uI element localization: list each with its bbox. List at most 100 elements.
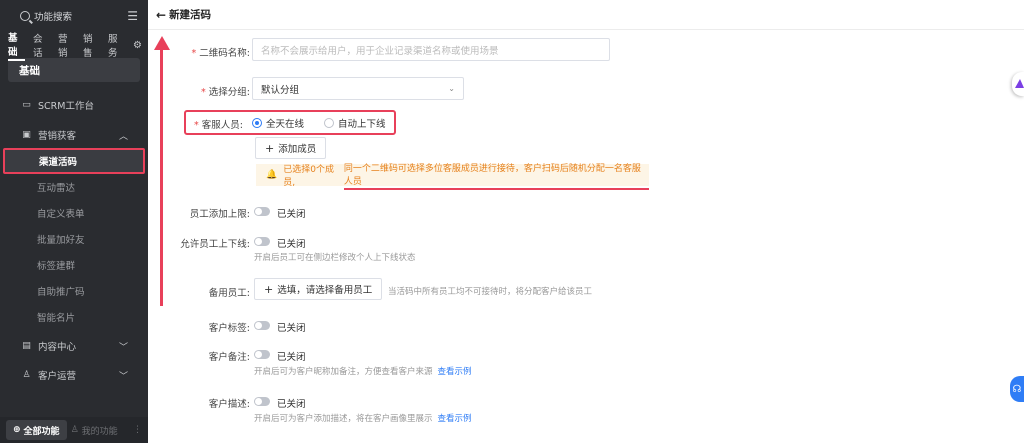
tab-basic[interactable]: 基础: [8, 30, 25, 61]
desc-help: 开启后可为客户添加描述，将在客户画像里展示 查看示例: [254, 412, 472, 424]
sidebar: 功能搜索 ☰ 基础 会话 营销 销售 服务 ⚙ 基础 ▭ SCRM工作台 ▣ 营…: [0, 0, 148, 443]
sidebar-subitem-batch-add[interactable]: 批量加好友: [0, 226, 148, 252]
backup-staff-button[interactable]: + 选填，请选择备用员工: [254, 278, 383, 300]
radio-unchecked-icon: [324, 118, 335, 128]
remark-example-link[interactable]: 查看示例: [438, 367, 472, 377]
float-tab-service[interactable]: ☊: [1010, 376, 1024, 402]
desc-label: 客户描述:: [208, 399, 250, 410]
tab-marketing[interactable]: 营销: [58, 31, 75, 59]
section-title: 基础: [8, 58, 140, 82]
add-limit-label: 员工添加上限:: [189, 209, 250, 220]
staff-radio-group: 全天在线 自动上下线: [252, 116, 386, 130]
settings-icon[interactable]: ⚙: [133, 40, 142, 51]
add-member-button[interactable]: + 添加成员: [255, 137, 327, 159]
radio-all-day-label: 全天在线: [266, 119, 305, 130]
warning-text: 同一个二维码可选择多位客服成员进行接待，客户扫码后随机分配一名客服人员: [343, 161, 649, 190]
chevron-down-icon: ﹀: [118, 371, 128, 382]
chevron-up-icon: ︿: [118, 131, 128, 142]
triangle-icon: [1015, 79, 1024, 88]
tab-service[interactable]: 服务: [108, 31, 125, 59]
page-header: ← 新建活码: [148, 0, 1024, 30]
add-member-label: 添加成员: [278, 144, 317, 155]
content-icon: ▤: [22, 341, 31, 351]
sidebar-tabs: 基础 会话 营销 销售 服务 ⚙: [0, 32, 148, 61]
radio-checked-icon: [252, 118, 262, 128]
desc-toggle[interactable]: [254, 397, 270, 406]
sidebar-item-label: 内容中心: [38, 342, 77, 353]
staff-label: * 客服人员:: [194, 120, 243, 131]
sidebar-subitem-channel-code[interactable]: 渠道活码: [3, 148, 145, 174]
sidebar-item-marketing[interactable]: ▣ 营销获客 ︿: [0, 122, 148, 148]
plus-icon: +: [264, 282, 274, 296]
main-content: ← 新建活码 * 二维码名称: 名称不会展示给用户，用于企业记录渠道名称或使用场景…: [148, 0, 1024, 443]
add-limit-state: 已关闭: [277, 209, 306, 220]
radio-all-day[interactable]: 全天在线: [252, 116, 304, 130]
plus-icon: +: [265, 141, 275, 155]
radio-auto-online-label: 自动上下线: [338, 119, 386, 130]
float-tab-top[interactable]: [1012, 72, 1024, 96]
sidebar-item-customer-ops[interactable]: ♙ 客户运营 ﹀: [0, 362, 148, 388]
group-select[interactable]: 默认分组 ⌄: [252, 77, 464, 100]
remark-help-text: 开启后可为客户昵称加备注，方便查看客户来源: [254, 367, 433, 377]
desc-state: 已关闭: [277, 399, 306, 410]
add-limit-toggle[interactable]: [254, 207, 270, 216]
selection-warning: 🔔 已选择0个成员, 同一个二维码可选择多位客服成员进行接待，客户扫码后随机分配…: [256, 164, 649, 190]
remark-toggle[interactable]: [254, 350, 270, 359]
chevron-down-icon: ﹀: [118, 342, 128, 353]
name-label-text: 二维码名称:: [199, 48, 250, 59]
group-select-value: 默认分组: [261, 84, 300, 96]
grid-icon: ⊕: [13, 425, 21, 435]
my-features-button[interactable]: ♙ 我的功能: [71, 424, 118, 437]
backup-staff-label: 选填，请选择备用员工: [277, 285, 373, 296]
remark-label: 客户备注:: [208, 352, 250, 363]
qr-name-input[interactable]: 名称不会展示给用户，用于企业记录渠道名称或使用场景: [252, 38, 610, 61]
desc-example-link[interactable]: 查看示例: [438, 414, 472, 424]
remark-help: 开启后可为客户昵称加备注，方便查看客户来源 查看示例: [254, 365, 472, 377]
tab-session[interactable]: 会话: [33, 31, 50, 59]
group-label: * 选择分组:: [201, 87, 250, 98]
group-label-text: 选择分组:: [208, 87, 250, 98]
sidebar-item-content[interactable]: ▤ 内容中心 ﹀: [0, 333, 148, 359]
sidebar-item-label: 营销获客: [38, 131, 77, 142]
sidebar-subitem-radar[interactable]: 互动雷达: [0, 174, 148, 200]
feature-search-label: 功能搜索: [34, 12, 73, 23]
allow-online-label: 允许员工上下线:: [180, 239, 250, 250]
briefcase-icon: ▣: [22, 130, 31, 140]
desc-help-text: 开启后可为客户添加描述，将在客户画像里展示: [254, 414, 433, 424]
radio-auto-online[interactable]: 自动上下线: [324, 116, 386, 130]
tag-toggle[interactable]: [254, 321, 270, 330]
sidebar-subitem-form[interactable]: 自定义表单: [0, 200, 148, 226]
bell-icon: 🔔: [266, 170, 278, 180]
feature-search[interactable]: 功能搜索 ☰: [0, 0, 148, 32]
sidebar-item-workbench[interactable]: ▭ SCRM工作台: [0, 92, 148, 118]
backup-help: 当活码中所有员工均不可接待时，将分配客户给该员工: [388, 287, 593, 297]
back-arrow-icon[interactable]: ←: [156, 8, 166, 22]
my-features-label: 我的功能: [81, 426, 118, 437]
sidebar-subitem-promo-code[interactable]: 自助推广码: [0, 278, 148, 304]
sidebar-bottom-bar: ⊕ 全部功能 ♙ 我的功能 ⋮: [0, 417, 148, 443]
user-icon: ♙: [22, 370, 31, 380]
headset-icon: ☊: [1012, 383, 1022, 395]
warning-prefix: 已选择0个成员,: [283, 165, 334, 188]
tab-sales[interactable]: 销售: [83, 31, 100, 59]
monitor-icon: ▭: [22, 100, 31, 110]
all-features-label: 全部功能: [23, 426, 60, 437]
staff-label-text: 客服人员:: [201, 120, 243, 131]
remark-state: 已关闭: [277, 352, 306, 363]
user-icon: ♙: [70, 425, 79, 435]
menu-icon[interactable]: ☰: [127, 9, 138, 23]
all-features-button[interactable]: ⊕ 全部功能: [6, 420, 67, 440]
backup-label: 备用员工:: [208, 288, 250, 299]
sidebar-item-label: SCRM工作台: [38, 101, 94, 112]
tag-label: 客户标签:: [208, 323, 250, 334]
search-icon: [20, 11, 30, 21]
sidebar-item-label: 客户运营: [38, 371, 77, 382]
sidebar-subitem-card[interactable]: 智能名片: [0, 304, 148, 330]
allow-online-toggle[interactable]: [254, 237, 270, 246]
sidebar-subitem-tag-group[interactable]: 标签建群: [0, 252, 148, 278]
allow-online-state: 已关闭: [277, 239, 306, 250]
name-label: * 二维码名称:: [191, 48, 250, 59]
annotation-arrow-head: [154, 36, 170, 50]
tag-state: 已关闭: [277, 323, 306, 334]
more-icon[interactable]: ⋮: [133, 425, 142, 435]
